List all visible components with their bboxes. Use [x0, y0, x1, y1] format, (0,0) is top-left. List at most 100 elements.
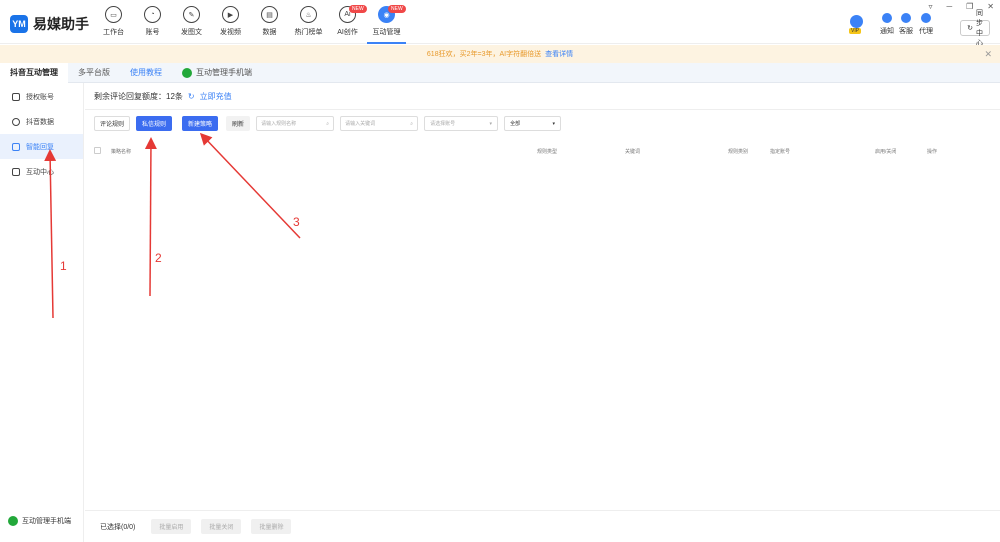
sidebar-item-interaction-center[interactable]: 互动中心 — [0, 159, 83, 184]
message-icon — [12, 167, 20, 176]
nav-label: 发视频 — [220, 29, 241, 36]
vip-badge: VIP — [849, 28, 862, 34]
recharge-link[interactable]: 立即充值 — [200, 91, 232, 102]
nav-item-post-article[interactable]: ✎ 发图文 — [172, 6, 211, 44]
sidebar-item-auth-account[interactable]: 授权账号 — [0, 84, 83, 109]
tab-tutorial[interactable]: 使用教程 — [120, 63, 172, 83]
mobile-app-icon — [8, 516, 18, 526]
sidebar-item-label: 抖音数据 — [26, 118, 54, 126]
selected-count: 已选择(0/0) — [100, 523, 136, 531]
nav-item-hot-list[interactable]: ♨ 热门榜单 — [289, 6, 328, 44]
avatar[interactable] — [850, 15, 863, 28]
dropdown-icon[interactable]: ▿ — [928, 2, 932, 11]
nav-label: 账号 — [145, 29, 160, 36]
search-icon: ⌕ — [410, 120, 414, 127]
agent-icon — [921, 13, 931, 23]
nav-item-ai-create[interactable]: Ai NEW AI创作 — [328, 5, 367, 44]
check-circle-icon — [12, 117, 20, 126]
monitor-icon: ▭ — [105, 6, 122, 23]
nav-label: 互动管理 — [372, 29, 401, 36]
column-header: 规则类型 — [537, 149, 558, 155]
banner-link[interactable]: 查看详情 — [545, 49, 573, 59]
main-nav: ▭ 工作台 ◔ 账号 ✎ 发图文 ▶ 发视频 ▤ 数据 ♨ 热门榜单 Ai NE… — [94, 5, 406, 44]
batch-enable-button[interactable]: 批量启用 — [151, 519, 192, 534]
agent-button[interactable]: 代理 — [919, 13, 933, 36]
comment-rule-button[interactable]: 评论规则 — [94, 116, 131, 131]
banner-text: 618狂欢，买2年=3年，AI字符翻倍送 — [426, 51, 542, 58]
app-title: 易媒助手 — [33, 16, 89, 32]
toolbar: 评论规则 私信规则 新建策略 刷新 请输入规则名称 ⌕ 请输入关键词 ⌕ 请选择… — [94, 116, 562, 131]
user-icon: ◔ — [144, 6, 161, 23]
column-header: 启用/关闭 — [875, 149, 897, 155]
quota-bar: 剩余评论回复额度：12条 ↻ 立即充值 — [94, 91, 232, 102]
sidebar-item-label: 智能回复 — [26, 143, 54, 151]
play-icon: ▶ — [222, 6, 239, 23]
app-window: YM 易媒助手 ▭ 工作台 ◔ 账号 ✎ 发图文 ▶ 发视频 ▤ 数据 ♨ 热门… — [0, 0, 1000, 542]
select-all-checkbox[interactable] — [94, 147, 101, 154]
dm-rule-button[interactable]: 私信规则 — [136, 116, 173, 131]
close-icon[interactable]: ✕ — [987, 2, 994, 11]
tab-bar: 抖音互动管理 多平台版 使用教程 互动管理手机端 — [0, 62, 1000, 83]
nav-label: 热门榜单 — [294, 29, 323, 36]
chevron-down-icon: ▾ — [552, 120, 556, 127]
new-badge: NEW — [388, 5, 406, 13]
top-header: YM 易媒助手 ▭ 工作台 ◔ 账号 ✎ 发图文 ▶ 发视频 ▤ 数据 ♨ 热门… — [0, 0, 1000, 47]
headset-icon — [901, 13, 911, 23]
tab-multi-platform[interactable]: 多平台版 — [68, 63, 120, 83]
notify-button[interactable]: 通知 — [880, 13, 894, 36]
nav-item-workbench[interactable]: ▭ 工作台 — [94, 6, 133, 44]
nav-label: 工作台 — [103, 29, 124, 36]
new-badge: NEW — [349, 5, 367, 13]
tab-douyin-interaction[interactable]: 抖音互动管理 — [0, 62, 68, 83]
rule-name-placeholder: 请输入规则名称 — [261, 121, 297, 127]
service-label: 客服 — [899, 28, 913, 35]
sidebar-mobile-link[interactable]: 互动管理手机端 — [8, 516, 71, 526]
rule-name-input[interactable]: 请输入规则名称 ⌕ — [256, 116, 335, 131]
sync-label: 同步中心 — [976, 10, 983, 47]
bell-icon — [882, 13, 892, 23]
sidebar-item-smart-reply[interactable]: 智能回复 — [0, 134, 83, 159]
sidebar-item-label: 授权账号 — [26, 93, 54, 101]
column-header: 策略名称 — [111, 149, 132, 155]
batch-delete-button[interactable]: 批量删除 — [251, 519, 292, 534]
table-footer: 已选择(0/0) 批量启用 批量关闭 批量删除 — [85, 510, 1000, 542]
column-header: 关键词 — [625, 149, 641, 155]
column-header: 操作 — [927, 149, 938, 155]
keyword-input[interactable]: 请输入关键词 ⌕ — [340, 116, 419, 131]
status-select-value: 全部 — [510, 121, 521, 127]
account-select[interactable]: 请选择账号 ▾ — [424, 116, 499, 131]
service-button[interactable]: 客服 — [899, 13, 913, 36]
status-select[interactable]: 全部 ▾ — [504, 116, 562, 131]
tab-mobile[interactable]: 互动管理手机端 — [172, 63, 262, 83]
refresh-icon[interactable]: ↻ — [188, 92, 195, 101]
close-icon[interactable]: ✕ — [984, 49, 992, 60]
refresh-button[interactable]: 刷新 — [226, 116, 251, 131]
shield-icon — [12, 92, 20, 101]
maximize-icon[interactable]: ❐ — [966, 2, 973, 11]
chevron-down-icon: ▾ — [489, 120, 493, 127]
flame-icon: ♨ — [300, 6, 317, 23]
sync-center-button[interactable]: ↻ 同步中心 — [960, 10, 990, 47]
divider — [85, 109, 1000, 110]
nav-label: AI创作 — [337, 29, 358, 36]
nav-item-post-video[interactable]: ▶ 发视频 — [211, 6, 250, 44]
mobile-app-icon — [182, 67, 192, 78]
sync-icon: ↻ — [967, 25, 973, 32]
app-logo[interactable]: YM 易媒助手 — [10, 14, 89, 34]
nav-item-data[interactable]: ▤ 数据 — [250, 6, 289, 44]
nav-label: 数据 — [262, 29, 277, 36]
new-strategy-button[interactable]: 新建策略 — [182, 116, 219, 131]
column-header: 指定账号 — [770, 149, 791, 155]
nav-item-account[interactable]: ◔ 账号 — [133, 6, 172, 44]
minimize-icon[interactable]: ─ — [946, 2, 952, 11]
sidebar-item-label: 互动中心 — [26, 168, 54, 176]
agent-label: 代理 — [919, 28, 933, 35]
table-header: 策略名称 规则类型 关键词 规则类别 指定账号 启用/关闭 操作 — [94, 146, 994, 158]
logo-icon: YM — [10, 15, 28, 33]
nav-item-interaction[interactable]: ◉ NEW 互动管理 — [367, 5, 406, 44]
sidebar-item-douyin-data[interactable]: 抖音数据 — [0, 109, 83, 134]
promo-banner: 618狂欢，买2年=3年，AI字符翻倍送 查看详情 ✕ — [0, 45, 1000, 63]
column-header: 规则类别 — [728, 149, 749, 155]
batch-disable-button[interactable]: 批量关闭 — [201, 519, 242, 534]
pen-icon: ✎ — [183, 6, 200, 23]
